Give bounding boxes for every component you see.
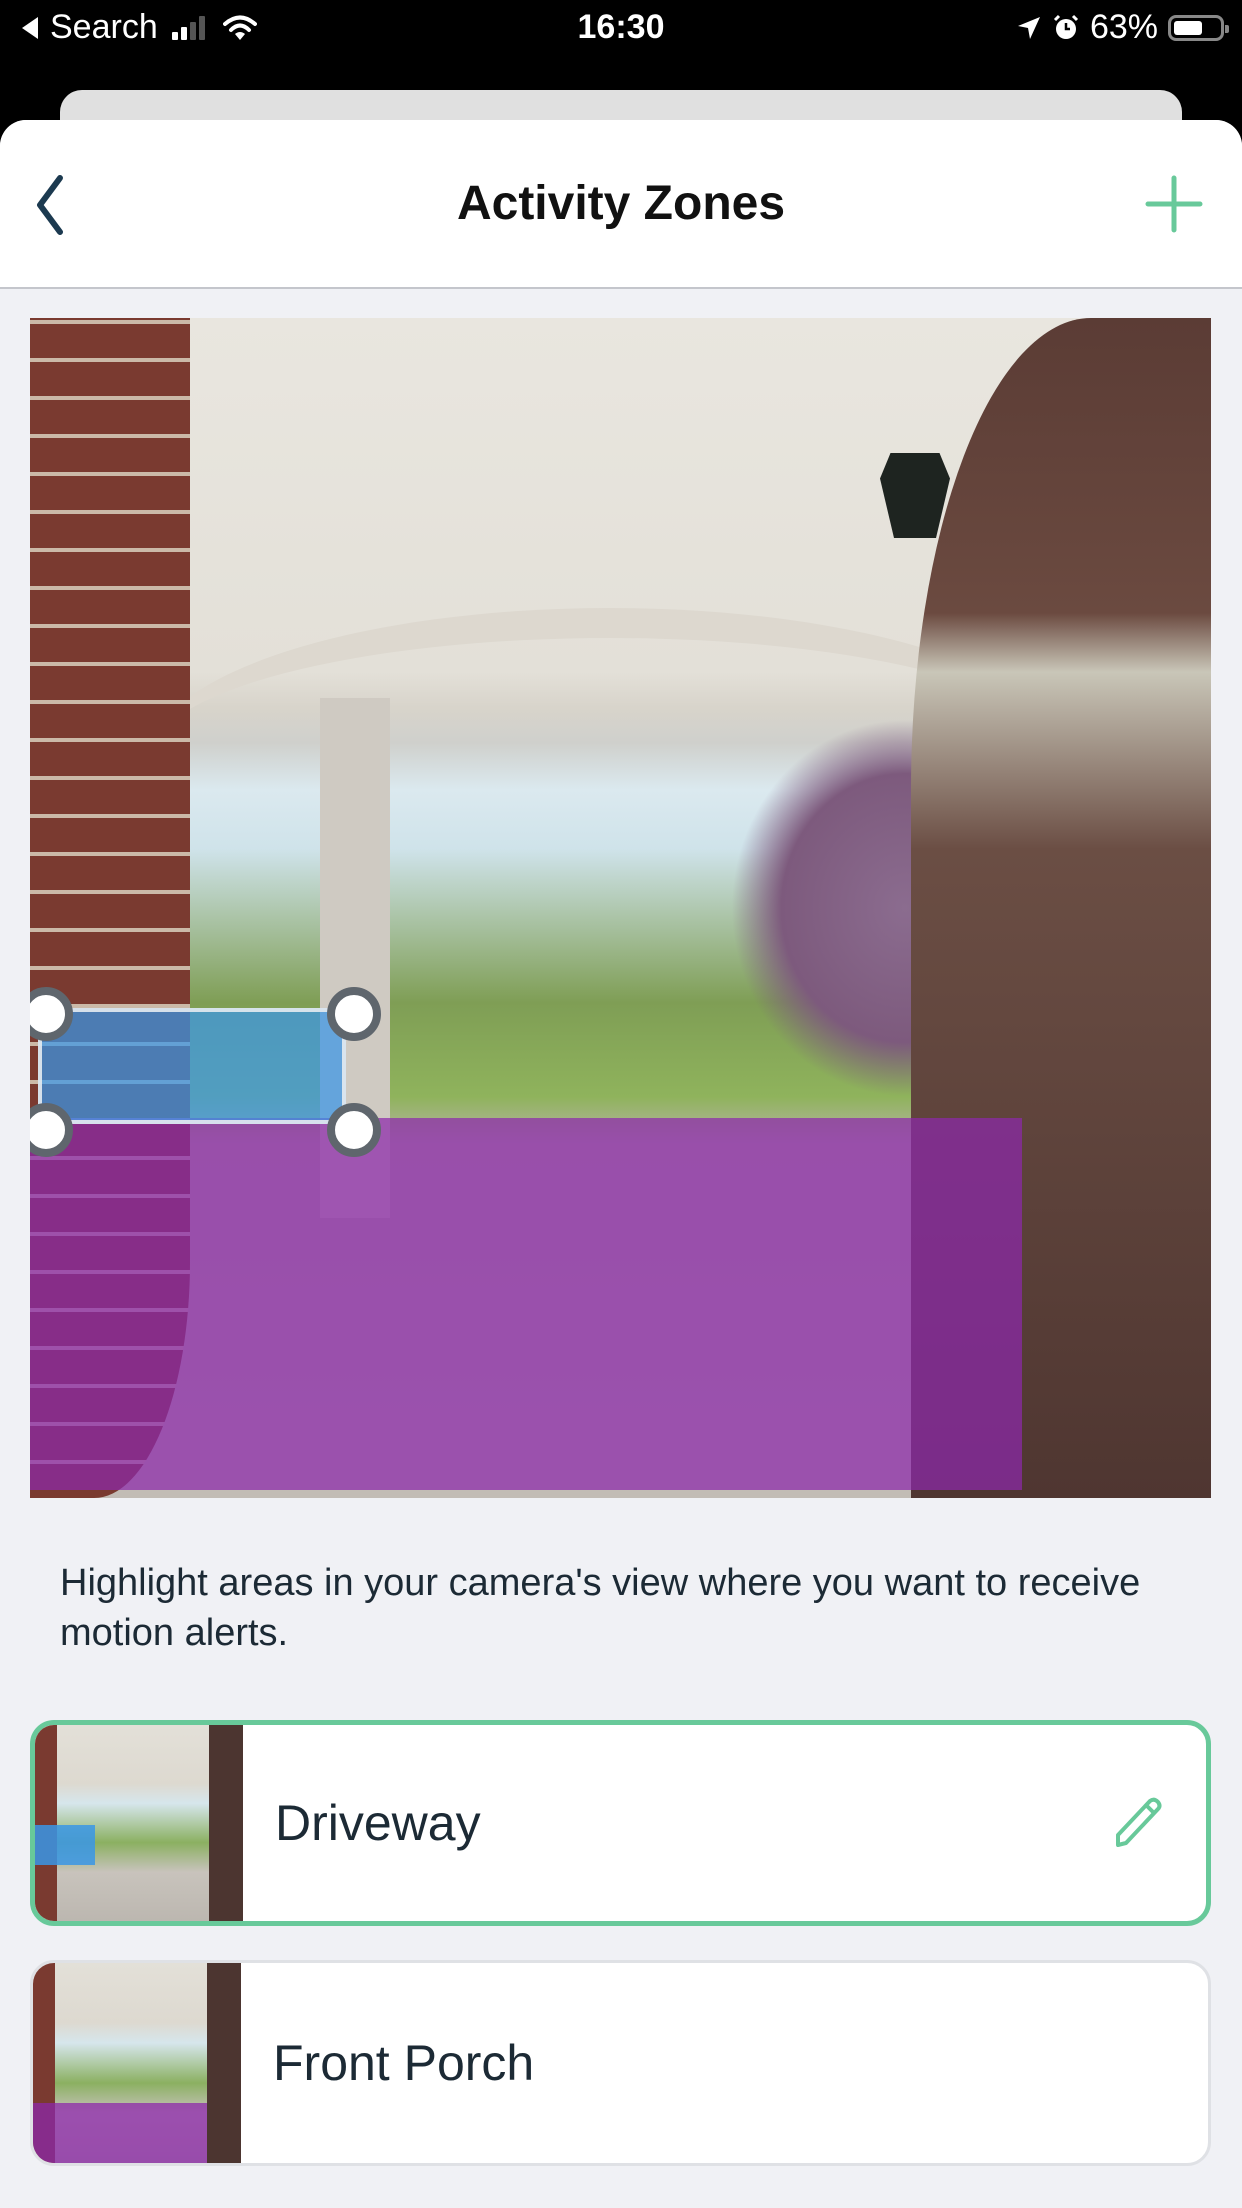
edit-zone-button[interactable] — [1108, 1793, 1168, 1853]
location-arrow-icon — [1017, 16, 1040, 39]
camera-porch-lamp — [880, 453, 950, 538]
zone-item-front-porch[interactable]: Front Porch — [30, 1960, 1211, 2166]
battery-nub — [1225, 24, 1229, 33]
zone-overlay-driveway[interactable] — [38, 1008, 346, 1124]
camera-view[interactable] — [30, 318, 1211, 1498]
thumb-zone-overlay — [35, 1825, 95, 1865]
zone-name: Front Porch — [273, 2035, 535, 2091]
status-right: 63% — [1016, 8, 1229, 47]
status-bar: Search 16:30 63% — [0, 0, 1242, 62]
description-text: Highlight areas in your camera's view wh… — [60, 1562, 1141, 1654]
resize-handle-top-right[interactable] — [327, 987, 381, 1041]
thumb-pillar — [209, 1725, 243, 1921]
battery-fill — [1174, 20, 1202, 35]
zone-name: Driveway — [275, 1795, 481, 1851]
plus-icon — [1145, 175, 1203, 233]
battery-percent: 63% — [1089, 8, 1158, 46]
zone-thumbnail — [35, 1725, 243, 1921]
page-title: Activity Zones — [456, 177, 786, 230]
zone-overlay-front-porch[interactable] — [30, 1118, 1022, 1490]
add-zone-button[interactable] — [1144, 174, 1204, 234]
zone-item-driveway[interactable]: Driveway — [30, 1720, 1211, 1926]
zone-thumbnail — [33, 1963, 241, 2163]
nav-header: Activity Zones — [0, 120, 1242, 289]
battery-icon — [1168, 14, 1229, 41]
thumb-brick — [35, 1725, 57, 1921]
activity-zones-sheet: Activity Zones Highlight areas in your c… — [0, 120, 1242, 2208]
resize-handle-bottom-right[interactable] — [327, 1103, 381, 1157]
thumb-pillar — [207, 1963, 241, 2163]
pencil-icon — [1116, 1797, 1162, 1847]
alarm-icon — [1053, 14, 1078, 39]
thumb-zone-overlay — [33, 2103, 207, 2163]
